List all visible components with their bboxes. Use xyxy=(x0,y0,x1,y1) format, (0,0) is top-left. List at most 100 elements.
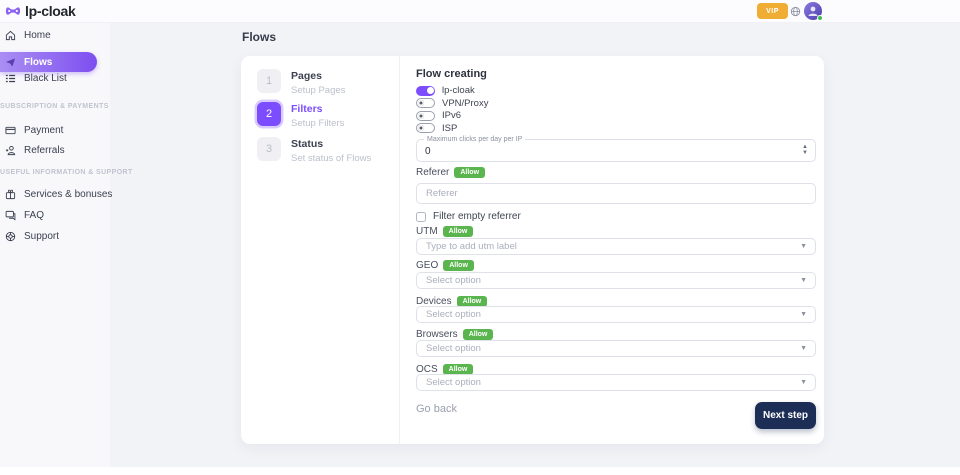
toggle-switch-off[interactable] xyxy=(416,123,435,133)
utm-select[interactable]: ▼ xyxy=(416,238,816,255)
toggle-isp[interactable]: ISP xyxy=(416,123,457,134)
credit-card-icon xyxy=(5,125,16,136)
gift-icon xyxy=(5,189,16,200)
sidebar-item-home[interactable]: Home xyxy=(0,28,110,42)
list-icon xyxy=(5,73,16,84)
toggle-switch-off[interactable] xyxy=(416,98,435,108)
step-title: Status xyxy=(291,138,371,150)
utm-select-input[interactable] xyxy=(417,241,787,252)
sidebar-item-support[interactable]: Support xyxy=(0,229,110,243)
geo-allow-badge[interactable]: Allow xyxy=(443,260,474,271)
referer-input[interactable] xyxy=(417,188,787,199)
section-label: SUBSCRIPTION & PAYMENTS xyxy=(0,103,109,110)
home-icon xyxy=(5,30,16,41)
section-label: USEFUL INFORMATION & SUPPORT xyxy=(0,169,133,176)
sidebar-item-label: Referrals xyxy=(24,145,65,156)
referer-label-row: Referer Allow xyxy=(416,166,485,178)
sidebar-item-label: Support xyxy=(24,231,59,242)
language-globe-icon[interactable] xyxy=(790,6,801,17)
top-header: lp-cloak VIP xyxy=(0,0,960,23)
sidebar-item-referrals[interactable]: Referrals xyxy=(0,143,110,157)
toggle-switch-off[interactable] xyxy=(416,111,435,121)
step-number: 1 xyxy=(257,69,281,93)
devices-label: Devices xyxy=(416,296,452,307)
ocs-select-input[interactable] xyxy=(417,377,787,388)
flow-wizard-card: 1 Pages Setup Pages 2 Filters Setup Filt… xyxy=(241,56,824,444)
referer-label: Referer xyxy=(416,167,449,178)
ocs-label: OCS xyxy=(416,364,438,375)
sidebar-item-black-list[interactable]: Black List xyxy=(0,71,110,85)
toggle-label: lp-cloak xyxy=(442,85,475,96)
referer-field xyxy=(416,183,816,204)
geo-select-input[interactable] xyxy=(417,275,787,286)
app-logo: lp-cloak xyxy=(5,3,76,19)
logo-text: lp-cloak xyxy=(25,3,76,19)
devices-allow-badge[interactable]: Allow xyxy=(457,296,488,307)
filter-empty-referrer-checkbox[interactable] xyxy=(416,212,426,222)
step-subtitle: Setup Filters xyxy=(291,118,344,129)
browsers-label-row: Browsers Allow xyxy=(416,329,493,341)
chat-icon xyxy=(5,210,16,221)
ocs-allow-badge[interactable]: Allow xyxy=(443,364,474,375)
toggle-vpn-proxy[interactable]: VPN/Proxy xyxy=(416,98,488,109)
go-back-link[interactable]: Go back xyxy=(416,403,457,415)
utm-allow-badge[interactable]: Allow xyxy=(443,226,474,237)
step-number: 3 xyxy=(257,137,281,161)
geo-select[interactable]: ▼ xyxy=(416,272,816,289)
mask-logo-icon xyxy=(5,6,21,16)
form-title: Flow creating xyxy=(416,68,487,80)
step-subtitle: Setup Pages xyxy=(291,85,345,96)
step-pages[interactable]: 1 Pages Setup Pages xyxy=(257,69,345,96)
page-title: Flows xyxy=(242,30,276,44)
referrals-person-icon xyxy=(5,145,16,156)
browsers-select[interactable]: ▼ xyxy=(416,340,816,357)
toggle-label: ISP xyxy=(442,123,457,134)
sidebar-item-label: Home xyxy=(24,30,51,41)
ocs-select[interactable]: ▼ xyxy=(416,374,816,391)
sidebar-item-services-bonuses[interactable]: Services & bonuses xyxy=(0,187,110,201)
utm-label: UTM xyxy=(416,226,438,237)
sidebar-item-payment[interactable]: Payment xyxy=(0,123,110,137)
number-stepper[interactable]: ▲▼ xyxy=(802,144,808,156)
devices-select-input[interactable] xyxy=(417,309,787,320)
chevron-down-icon: ▼ xyxy=(800,379,807,386)
step-subtitle: Set status of Flows xyxy=(291,153,371,164)
vip-button[interactable]: VIP xyxy=(757,3,788,19)
toggle-label: IPv6 xyxy=(442,110,461,121)
browsers-select-input[interactable] xyxy=(417,343,787,354)
utm-label-row: UTM Allow xyxy=(416,225,473,237)
step-title: Filters xyxy=(291,103,344,115)
step-filters[interactable]: 2 Filters Setup Filters xyxy=(257,102,344,129)
sidebar-item-flows[interactable]: Flows xyxy=(0,52,97,72)
geo-label: GEO xyxy=(416,260,438,271)
sidebar-item-label: Flows xyxy=(24,57,52,68)
chevron-down-icon: ▼ xyxy=(800,311,807,318)
toggle-ipv6[interactable]: IPv6 xyxy=(416,110,461,121)
user-avatar[interactable] xyxy=(804,2,822,20)
sidebar-item-label: FAQ xyxy=(24,210,44,221)
sidebar-item-faq[interactable]: FAQ xyxy=(0,208,110,222)
flows-icon xyxy=(5,57,16,68)
step-title: Pages xyxy=(291,70,345,82)
sidebar: Home Flows Black List SUBSCRIPTION & PAY… xyxy=(0,23,110,475)
step-number: 2 xyxy=(257,102,281,126)
online-status-dot xyxy=(817,15,823,21)
filter-empty-referrer-row[interactable]: Filter empty referrer xyxy=(416,211,521,222)
max-clicks-label: Maximum clicks per day per IP xyxy=(424,136,525,143)
sidebar-item-label: Black List xyxy=(24,73,67,84)
toggle-lp-cloak[interactable]: lp-cloak xyxy=(416,85,475,96)
sidebar-section-subscription: SUBSCRIPTION & PAYMENTS xyxy=(0,103,108,110)
referer-allow-badge[interactable]: Allow xyxy=(454,167,485,178)
next-step-button[interactable]: Next step xyxy=(755,402,816,429)
geo-label-row: GEO Allow xyxy=(416,260,474,272)
step-status[interactable]: 3 Status Set status of Flows xyxy=(257,137,371,164)
toggle-label: VPN/Proxy xyxy=(442,98,488,109)
browsers-label: Browsers xyxy=(416,329,458,340)
toggle-switch-on[interactable] xyxy=(416,86,435,96)
max-clicks-input[interactable] xyxy=(425,146,785,157)
devices-select[interactable]: ▼ xyxy=(416,306,816,323)
browsers-allow-badge[interactable]: Allow xyxy=(463,329,494,340)
sidebar-item-label: Services & bonuses xyxy=(24,189,112,200)
stepper-divider xyxy=(399,56,400,444)
max-clicks-field: Maximum clicks per day per IP ▲▼ xyxy=(416,139,816,162)
